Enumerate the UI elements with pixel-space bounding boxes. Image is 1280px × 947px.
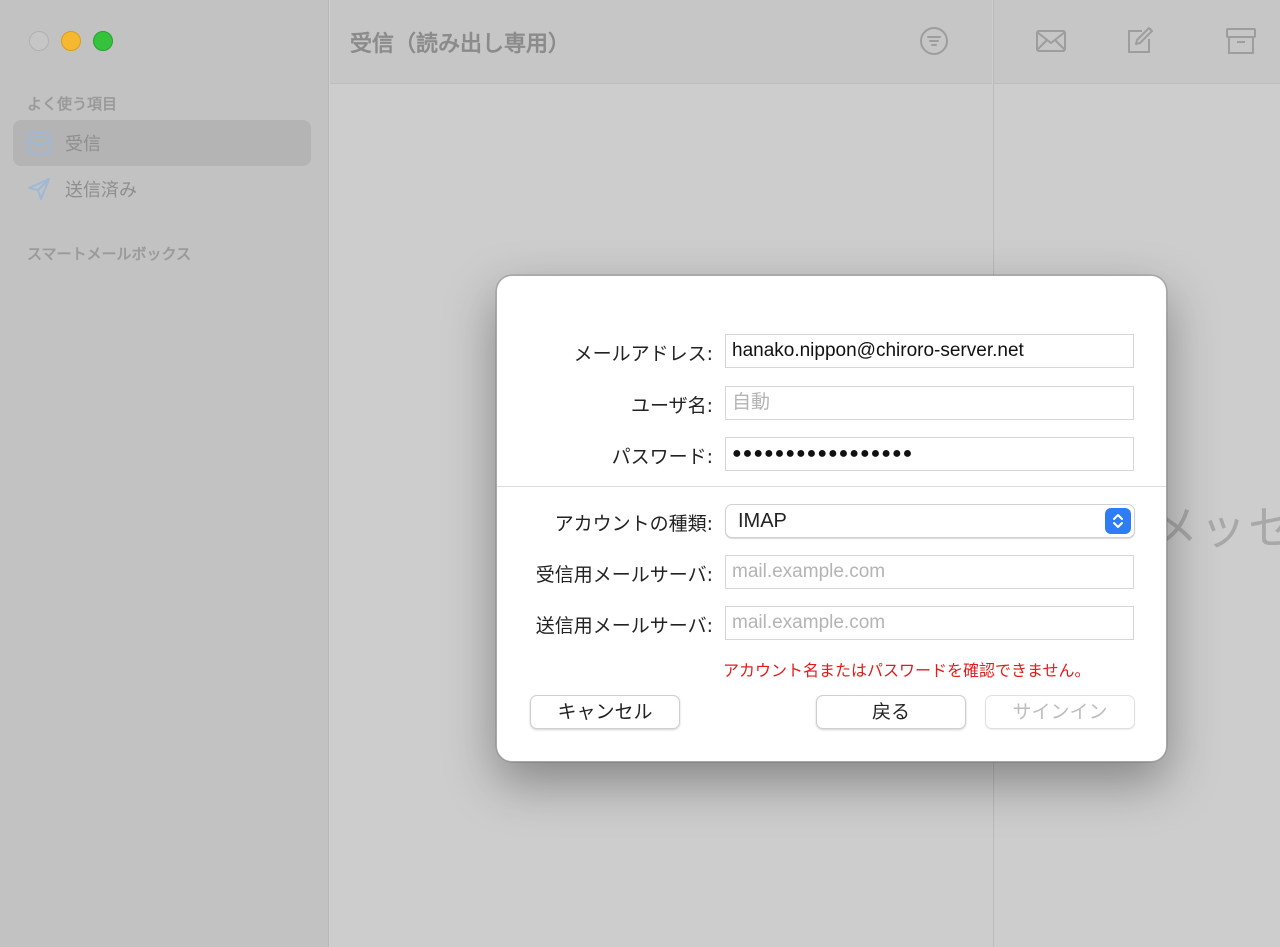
account-type-select[interactable]: IMAP xyxy=(725,504,1135,538)
no-message-placeholder: メッセ xyxy=(1152,501,1280,555)
sidebar: よく使う項目 受信 送信済み スマートメールボックス xyxy=(0,0,329,947)
account-type-label: アカウントの種類: xyxy=(554,513,713,535)
account-setup-dialog: メールアドレス: hanako.nippon@chiroro-server.ne… xyxy=(496,275,1167,762)
password-field[interactable]: ●●●●●●●●●●●●●●●●● xyxy=(725,437,1134,471)
sidebar-item-label: 送信済み xyxy=(65,180,137,201)
back-button[interactable]: 戻る xyxy=(816,695,966,729)
username-label: ユーザ名: xyxy=(630,395,713,417)
incoming-server-label: 受信用メールサーバ: xyxy=(535,564,713,586)
stepper-chevron-icon xyxy=(1105,508,1131,534)
cancel-button[interactable]: キャンセル xyxy=(530,695,680,729)
outgoing-server-field[interactable]: mail.example.com xyxy=(725,606,1134,640)
password-label: パスワード: xyxy=(611,446,713,468)
sidebar-item-inbox[interactable]: 受信 xyxy=(13,120,311,166)
mailbox-title: 受信（読み出し専用） xyxy=(350,32,571,57)
filter-icon[interactable] xyxy=(919,26,949,56)
outgoing-server-label: 送信用メールサーバ: xyxy=(535,615,713,637)
incoming-server-field[interactable]: mail.example.com xyxy=(725,555,1134,589)
message-list-toolbar: 受信（読み出し専用） xyxy=(330,0,992,84)
email-field[interactable]: hanako.nippon@chiroro-server.net xyxy=(725,334,1134,368)
favorites-section-label: よく使う項目 xyxy=(27,95,118,113)
viewer-toolbar xyxy=(994,0,1280,84)
sidebar-item-label: 受信 xyxy=(65,134,101,155)
email-label: メールアドレス: xyxy=(573,343,713,365)
sign-in-button[interactable]: サインイン xyxy=(985,695,1135,729)
window-controls xyxy=(29,31,113,51)
account-type-value: IMAP xyxy=(738,510,787,532)
section-divider xyxy=(497,486,1166,487)
compose-icon[interactable] xyxy=(1122,24,1156,58)
zoom-window-button[interactable] xyxy=(93,31,113,51)
username-field[interactable]: 自動 xyxy=(725,386,1134,420)
smart-mailboxes-section-label[interactable]: スマートメールボックス xyxy=(27,243,191,264)
sidebar-item-sent[interactable]: 送信済み xyxy=(13,166,311,212)
envelope-icon[interactable] xyxy=(1034,24,1068,58)
minimize-window-button[interactable] xyxy=(61,31,81,51)
paper-plane-icon xyxy=(25,175,53,203)
inbox-icon xyxy=(25,129,53,157)
archive-icon[interactable] xyxy=(1224,24,1258,58)
close-window-button[interactable] xyxy=(29,31,49,51)
error-message: アカウント名またはパスワードを確認できません。 xyxy=(723,661,1091,680)
